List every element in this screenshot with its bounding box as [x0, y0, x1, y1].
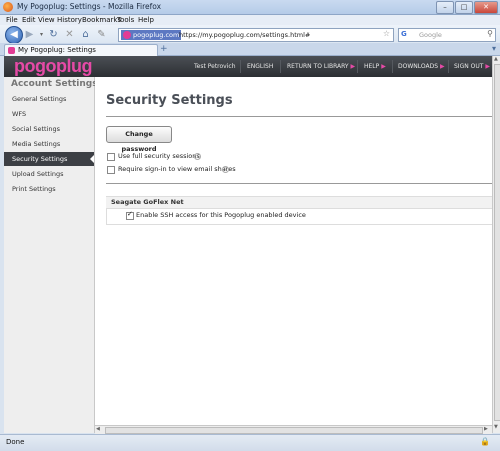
- sidebar-item-general[interactable]: General Settings: [4, 92, 94, 106]
- sidebar-item-upload[interactable]: Upload Settings: [4, 167, 94, 181]
- sidebar-item-social[interactable]: Social Settings: [4, 122, 94, 136]
- pogoplug-favicon-icon: [8, 47, 15, 54]
- help-icon[interactable]: ?: [194, 153, 201, 160]
- maximize-button[interactable]: □: [455, 1, 473, 14]
- search-placeholder: Google: [419, 31, 442, 39]
- require-signin-label: Require sign-in to view email shares: [118, 165, 236, 173]
- url-text[interactable]: https://my.pogoplug.com/settings.html#: [179, 30, 310, 40]
- scrollbar-thumb[interactable]: [494, 64, 500, 421]
- arrow-right-icon: ▶: [381, 63, 386, 70]
- enable-ssh-label: Enable SSH access for this Pogoplug enab…: [136, 211, 306, 219]
- full-security-sessions-checkbox[interactable]: [107, 153, 115, 161]
- scroll-up-icon[interactable]: ▲: [494, 56, 498, 62]
- header-divider: [357, 60, 358, 73]
- menu-edit[interactable]: Edit: [22, 16, 36, 24]
- firefox-icon: [3, 2, 13, 12]
- horizontal-scrollbar[interactable]: ◀ ▶: [95, 425, 492, 434]
- back-button[interactable]: ◀: [5, 26, 23, 44]
- menu-help[interactable]: Help: [138, 16, 154, 24]
- header-divider: [392, 60, 393, 73]
- stop-icon[interactable]: ✕: [64, 29, 75, 40]
- page-title: Security Settings: [106, 93, 233, 108]
- return-to-library-link[interactable]: RETURN TO LIBRARY ▶: [287, 63, 355, 70]
- divider: [106, 183, 494, 184]
- user-name[interactable]: Test Petrovich: [194, 63, 236, 70]
- menu-tools[interactable]: Tools: [117, 16, 134, 24]
- search-box[interactable]: G Google ⚲: [398, 28, 496, 42]
- header-divider: [280, 60, 281, 73]
- arrow-right-icon: ▶: [439, 63, 445, 70]
- status-text: Done: [6, 438, 25, 446]
- tab-label: My Pogoplug: Settings: [18, 46, 96, 54]
- close-window-button[interactable]: ✕: [474, 1, 498, 14]
- downloads-link[interactable]: DOWNLOADS ▶: [398, 63, 445, 70]
- bookmark-icon[interactable]: ✎: [96, 29, 107, 40]
- scroll-down-icon[interactable]: ▼: [494, 424, 498, 430]
- scrollbar-thumb[interactable]: [105, 427, 483, 434]
- settings-sidebar: Account Settings General Settings WFS So…: [4, 77, 98, 433]
- navigation-toolbar: ◀ ▶ ▾ ↻ ✕ ⌂ ✎ pogoplug.com https://my.po…: [0, 25, 500, 44]
- main-content: Security Settings Change password Use fu…: [95, 77, 494, 433]
- sign-out-link[interactable]: SIGN OUT ▶: [454, 63, 490, 70]
- history-dropdown-icon[interactable]: ▾: [36, 29, 47, 40]
- sidebar-item-security[interactable]: Security Settings: [4, 152, 94, 166]
- arrow-right-icon: ▶: [350, 63, 356, 70]
- bookmark-star-icon[interactable]: ☆: [383, 29, 390, 38]
- divider: [106, 116, 494, 117]
- google-icon[interactable]: G: [401, 30, 410, 39]
- site-identity-button[interactable]: pogoplug.com: [121, 30, 182, 40]
- device-section-title: Seagate GoFlex Net: [111, 198, 184, 206]
- tab-settings[interactable]: My Pogoplug: Settings: [4, 44, 158, 56]
- menu-history[interactable]: History: [57, 16, 82, 24]
- vertical-scrollbar[interactable]: ▲ ▼: [492, 56, 500, 433]
- full-security-sessions-label: Use full security sessions: [118, 152, 200, 160]
- scroll-right-icon[interactable]: ▶: [484, 426, 488, 432]
- site-header: pogoplug Test Petrovich ENGLISH RETURN T…: [4, 56, 492, 77]
- menu-view[interactable]: View: [38, 16, 55, 24]
- list-tabs-icon[interactable]: ▾: [492, 44, 496, 53]
- sidebar-title: Account Settings: [11, 79, 98, 89]
- help-link[interactable]: HELP ▶: [364, 63, 386, 70]
- language-link[interactable]: ENGLISH: [247, 63, 273, 70]
- address-bar[interactable]: pogoplug.com https://my.pogoplug.com/set…: [118, 28, 394, 42]
- reload-icon[interactable]: ↻: [48, 29, 59, 40]
- change-password-button[interactable]: Change password: [106, 126, 172, 153]
- header-divider: [240, 60, 241, 73]
- sidebar-item-media[interactable]: Media Settings: [4, 137, 94, 151]
- menu-file[interactable]: File: [6, 16, 18, 24]
- forward-button[interactable]: ▶: [24, 29, 35, 40]
- sidebar-item-wfs[interactable]: WFS: [4, 107, 94, 121]
- site-favicon-icon: [123, 31, 131, 39]
- header-divider: [448, 60, 449, 73]
- window-titlebar: My Pogoplug: Settings - Mozilla Firefox …: [0, 0, 500, 15]
- scroll-left-icon[interactable]: ◀: [96, 426, 100, 432]
- pogoplug-logo[interactable]: pogoplug: [14, 56, 92, 77]
- help-icon[interactable]: ?: [222, 166, 229, 173]
- sidebar-item-print[interactable]: Print Settings: [4, 182, 94, 196]
- menu-bookmarks[interactable]: Bookmarks: [82, 16, 121, 24]
- search-icon[interactable]: ⚲: [487, 29, 493, 38]
- require-signin-checkbox[interactable]: [107, 166, 115, 174]
- lock-icon[interactable]: 🔒: [480, 437, 490, 446]
- status-bar: Done 🔒: [0, 434, 500, 451]
- menu-bar: File Edit View History Bookmarks Tools H…: [0, 15, 500, 25]
- tab-strip: My Pogoplug: Settings + ▾: [0, 43, 500, 56]
- arrow-right-icon: ▶: [485, 63, 490, 70]
- device-section-body: Enable SSH access for this Pogoplug enab…: [106, 208, 494, 225]
- window-title: My Pogoplug: Settings - Mozilla Firefox: [17, 2, 162, 11]
- enable-ssh-checkbox[interactable]: [126, 210, 134, 220]
- home-icon[interactable]: ⌂: [80, 29, 91, 40]
- minimize-button[interactable]: –: [436, 1, 454, 14]
- window-controls: – □ ✕: [436, 1, 498, 14]
- new-tab-icon[interactable]: +: [160, 44, 168, 54]
